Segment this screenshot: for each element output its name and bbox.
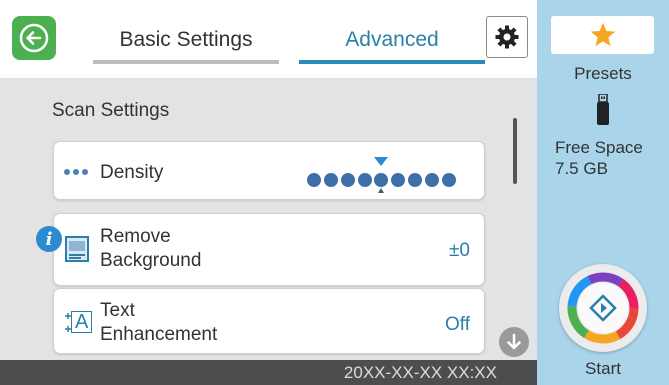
density-slider[interactable] (302, 154, 470, 194)
text-enhancement-icon: A (63, 309, 93, 337)
density-dots-icon (64, 169, 88, 175)
section-title: Scan Settings (52, 100, 170, 121)
tab-indicator (93, 60, 279, 64)
status-bar: 20XX-XX-XX XX:XX (0, 360, 537, 385)
tab-advanced[interactable]: Advanced (299, 18, 485, 64)
remove-background-label-line1: Remove (100, 226, 171, 247)
back-arrow-icon (19, 23, 49, 53)
presets-label: Presets (574, 64, 632, 83)
side-panel: Presets Free Space 7.5 GB Start (537, 0, 669, 385)
text-enhancement-label-line2: Enhancement (100, 324, 218, 345)
text-enhancement-label: Text Enhancement (100, 299, 217, 347)
star-icon (590, 22, 615, 47)
remove-background-icon (65, 236, 89, 262)
remove-background-label: Remove Background (100, 225, 201, 273)
remove-background-setting[interactable]: Remove Background ±0 (53, 213, 485, 286)
info-icon[interactable]: i (36, 226, 62, 252)
density-label: Density (100, 162, 164, 183)
settings-panel: Scan Settings Density Remove Background … (0, 78, 537, 360)
tab-indicator-active (299, 60, 485, 64)
tab-advanced-label: Advanced (345, 28, 439, 51)
start-button[interactable] (559, 264, 647, 352)
text-enhancement-label-line1: Text (100, 300, 135, 321)
back-button[interactable] (12, 16, 56, 60)
remove-background-value: ±0 (449, 240, 470, 261)
tab-basic-settings[interactable]: Basic Settings (93, 18, 279, 64)
datetime: 20XX-XX-XX XX:XX (343, 362, 497, 382)
header-bar: Basic Settings Advanced (0, 0, 537, 78)
free-space-value: 7.5 GB (555, 159, 608, 178)
start-label: Start (585, 359, 621, 378)
remove-background-label-line2: Background (100, 250, 202, 271)
free-space-label: Free Space (555, 138, 643, 157)
text-enhancement-setting[interactable]: A Text Enhancement Off (53, 288, 485, 354)
settings-button[interactable] (486, 16, 528, 58)
gear-icon (495, 25, 519, 49)
arrow-down-icon (507, 333, 521, 350)
text-enhancement-value: Off (445, 314, 470, 335)
scroll-down-button[interactable] (499, 327, 529, 357)
density-setting[interactable]: Density (53, 141, 485, 200)
usb-drive-icon (597, 94, 609, 125)
scrollbar[interactable] (513, 118, 517, 184)
tab-basic-settings-label: Basic Settings (119, 28, 253, 51)
start-icon (567, 272, 639, 344)
presets-button[interactable] (551, 16, 654, 54)
